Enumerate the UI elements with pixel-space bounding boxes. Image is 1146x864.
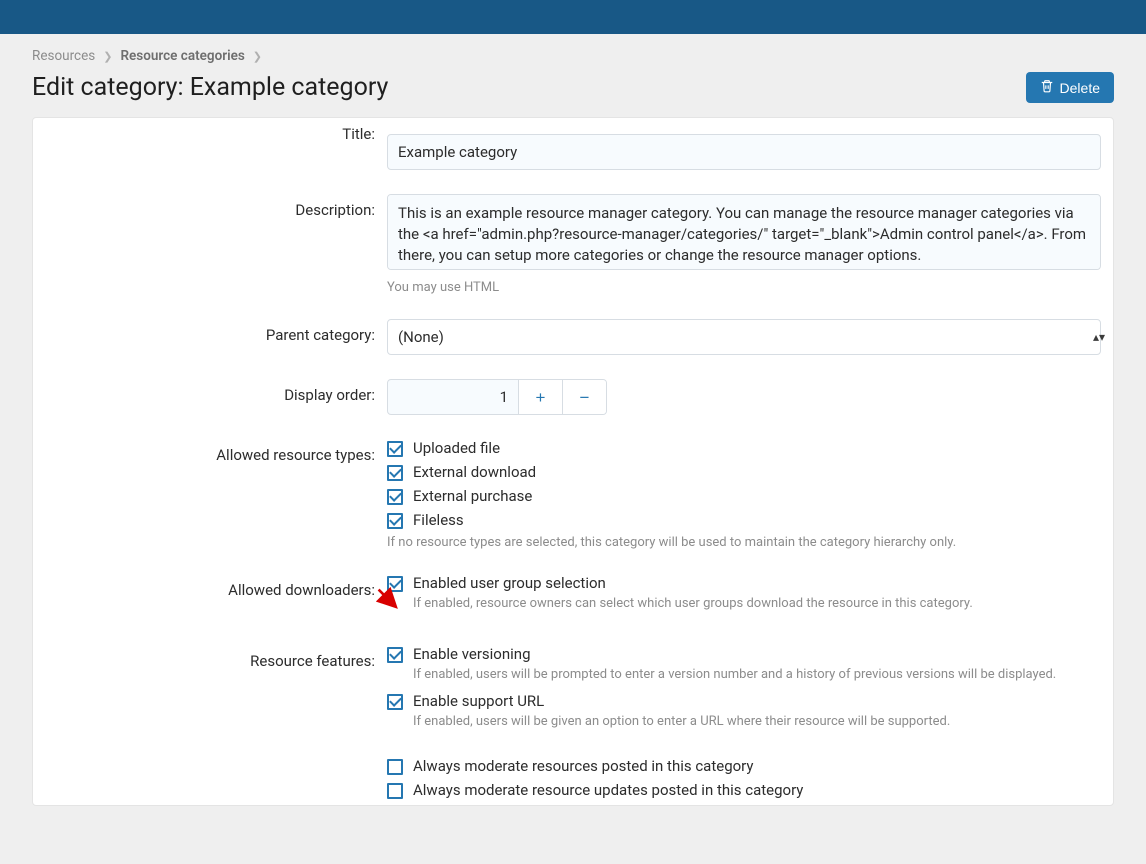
breadcrumb-resources[interactable]: Resources: [32, 48, 95, 64]
versioning-hint: If enabled, users will be prompted to en…: [413, 667, 1101, 682]
checkbox-label: Uploaded file: [413, 439, 500, 457]
checkbox-enable-versioning[interactable]: [387, 647, 403, 663]
top-nav-bar: [0, 0, 1146, 34]
checkbox-user-group-selection[interactable]: [387, 576, 403, 592]
label-allowed-types: Allowed resource types:: [33, 439, 387, 464]
chevron-right-icon: ❯: [103, 50, 112, 63]
checkbox-enable-support-url[interactable]: [387, 694, 403, 710]
plus-icon: +: [536, 389, 546, 406]
checkbox-label: Enabled user group selection: [413, 574, 606, 592]
display-order-stepper: + −: [387, 379, 607, 415]
form-panel: Title: Description: This is an example r…: [32, 117, 1114, 806]
checkbox-external-download[interactable]: [387, 465, 403, 481]
label-description: Description:: [33, 194, 387, 219]
stepper-decrement-button[interactable]: −: [562, 380, 606, 414]
checkbox-label: Fileless: [413, 511, 464, 529]
support-url-hint: If enabled, users will be given an optio…: [413, 714, 1101, 729]
breadcrumb: Resources ❯ Resource categories ❯: [32, 48, 1114, 64]
breadcrumb-categories[interactable]: Resource categories: [120, 48, 244, 64]
stepper-increment-button[interactable]: +: [518, 380, 562, 414]
checkbox-moderate-updates[interactable]: [387, 783, 403, 799]
label-allowed-downloaders: Allowed downloaders:: [33, 574, 387, 599]
checkbox-uploaded-file[interactable]: [387, 441, 403, 457]
checkbox-fileless[interactable]: [387, 513, 403, 529]
checkbox-label: Always moderate resource updates posted …: [413, 781, 803, 799]
delete-button[interactable]: Delete: [1026, 72, 1114, 103]
chevron-right-icon: ❯: [253, 50, 262, 63]
allowed-downloaders-hint: If enabled, resource owners can select w…: [413, 596, 1101, 611]
trash-icon: [1040, 79, 1054, 96]
checkbox-label: Enable support URL: [413, 692, 544, 710]
checkbox-label: External download: [413, 463, 536, 481]
description-hint: You may use HTML: [387, 280, 1101, 295]
label-display-order: Display order:: [33, 379, 387, 404]
checkbox-label: External purchase: [413, 487, 532, 505]
label-title: Title:: [33, 118, 387, 143]
parent-category-select[interactable]: (None): [387, 319, 1101, 355]
checkbox-external-purchase[interactable]: [387, 489, 403, 505]
page-title: Edit category: Example category: [32, 73, 388, 102]
delete-button-label: Delete: [1060, 80, 1100, 96]
label-resource-features: Resource features:: [33, 645, 387, 670]
title-input[interactable]: [387, 134, 1101, 170]
allowed-types-hint: If no resource types are selected, this …: [387, 535, 1101, 550]
description-textarea[interactable]: This is an example resource manager cate…: [387, 194, 1101, 270]
checkbox-label: Enable versioning: [413, 645, 531, 663]
display-order-input[interactable]: [388, 380, 518, 414]
checkbox-moderate-resources[interactable]: [387, 759, 403, 775]
checkbox-label: Always moderate resources posted in this…: [413, 757, 754, 775]
minus-icon: −: [580, 389, 590, 406]
label-parent-category: Parent category:: [33, 319, 387, 344]
